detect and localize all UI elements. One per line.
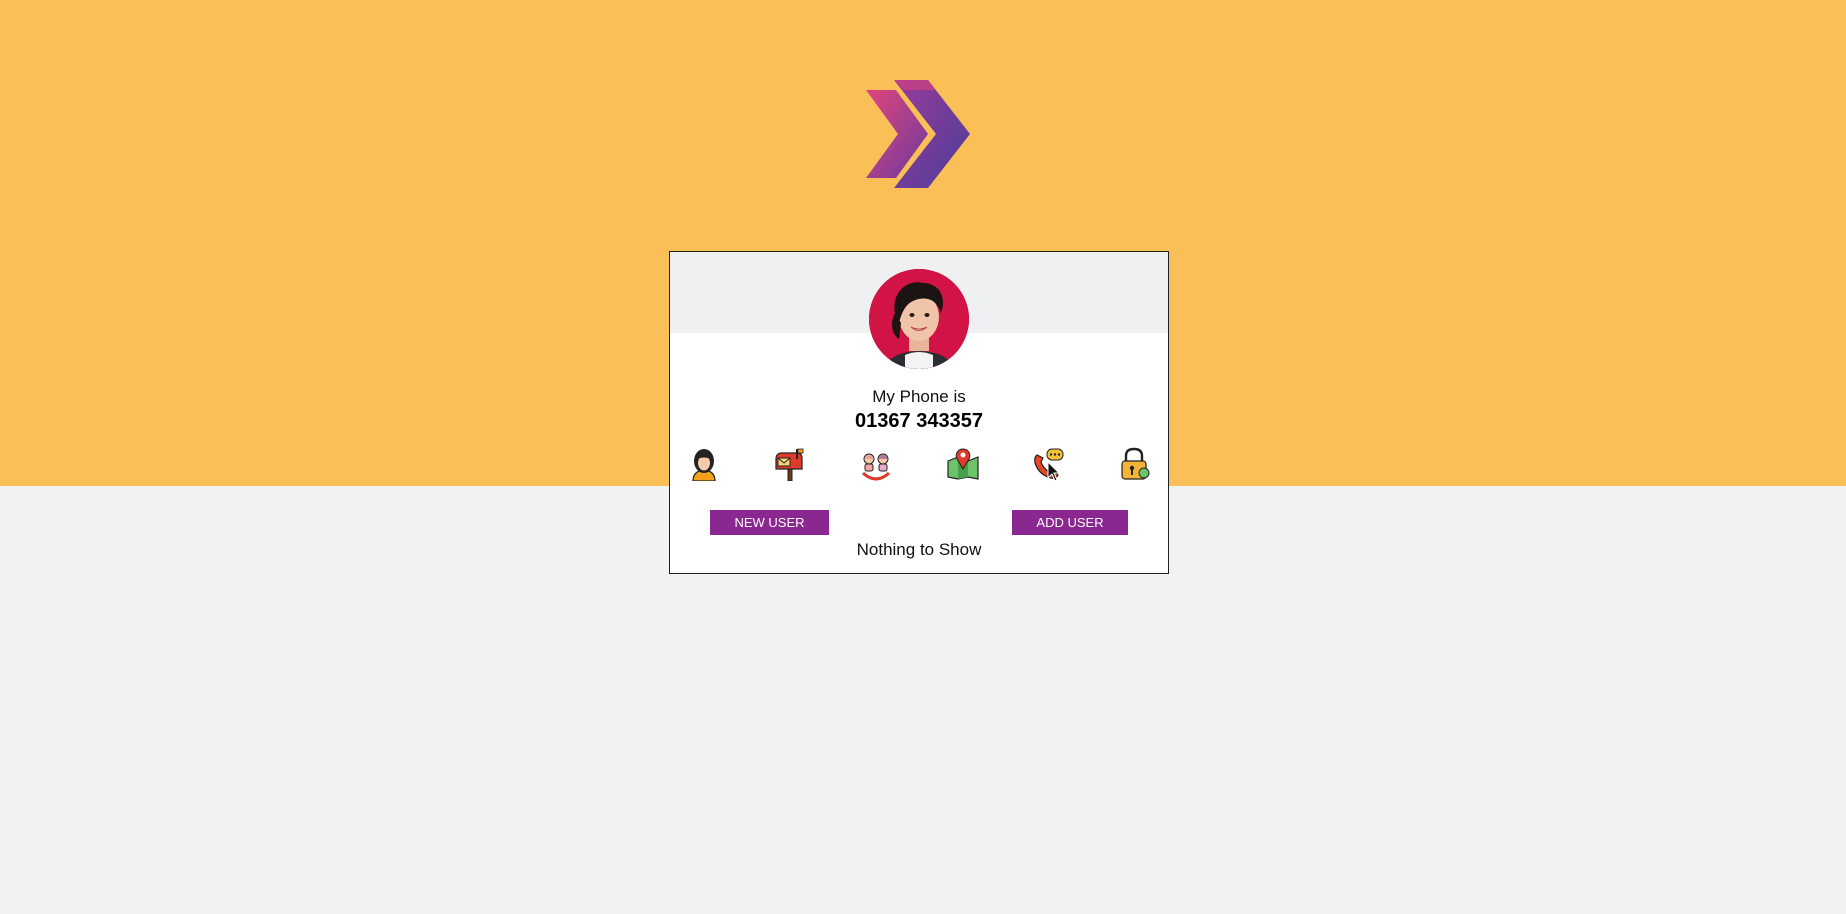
mailbox-icon[interactable] xyxy=(772,447,806,481)
new-user-button[interactable]: NEW USER xyxy=(710,510,829,535)
users-empty-message: Nothing to Show xyxy=(856,540,982,559)
info-value: 01367 343357 xyxy=(855,410,983,432)
user-card: My Phone is 01367 343357 NEW USER ADD US… xyxy=(669,251,1169,574)
avatar xyxy=(869,269,969,369)
page: My Phone is 01367 343357 NEW USER ADD US… xyxy=(0,0,1846,914)
user-icon[interactable] xyxy=(687,447,721,481)
lock-icon[interactable] xyxy=(1117,447,1151,481)
birthday-icon[interactable] xyxy=(859,447,893,481)
add-user-button[interactable]: ADD USER xyxy=(1012,510,1128,535)
logo xyxy=(866,76,970,192)
map-location-icon[interactable] xyxy=(946,447,980,481)
mouse-pointer-icon xyxy=(1047,460,1061,483)
info-icon-bar xyxy=(670,447,1168,487)
info-title: My Phone is xyxy=(872,387,966,406)
